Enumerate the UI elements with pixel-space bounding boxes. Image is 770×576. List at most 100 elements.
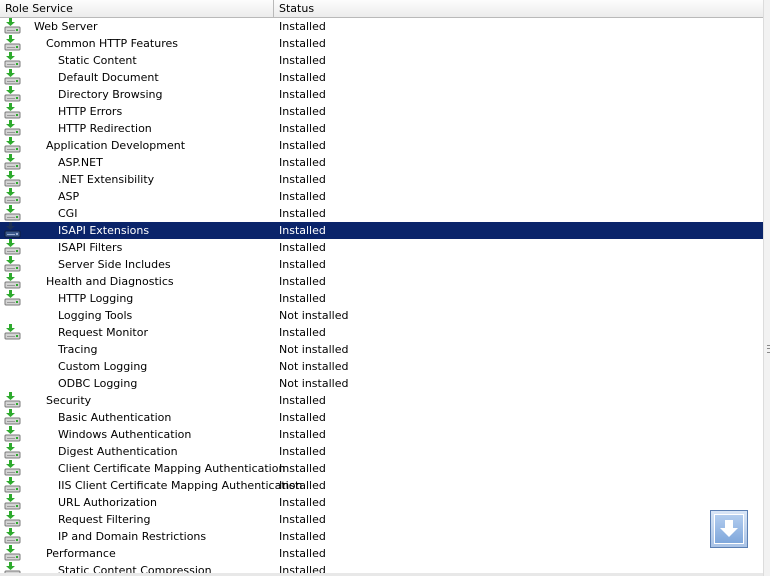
row-icon-slot [4, 69, 22, 86]
list-row[interactable]: Web Server Installed [0, 18, 763, 35]
list-row[interactable]: Static Content Installed [0, 52, 763, 69]
list-row[interactable]: .NET Extensibility Installed [0, 171, 763, 188]
installed-icon [4, 239, 21, 255]
row-role-service: ISAPI Filters [58, 241, 123, 254]
list-row[interactable]: Performance Installed [0, 545, 763, 562]
installed-icon [4, 256, 21, 272]
list-row[interactable]: Request Filtering Installed [0, 511, 763, 528]
list-row[interactable]: Client Certificate Mapping Authenticatio… [0, 460, 763, 477]
list-row[interactable]: HTTP Redirection Installed [0, 120, 763, 137]
row-role-service: ASP [58, 190, 80, 203]
list-row[interactable]: ODBC Logging Not installed [0, 375, 763, 392]
list-row[interactable]: ASP.NET Installed [0, 154, 763, 171]
row-role-service: Performance [46, 547, 116, 560]
list-row[interactable]: ISAPI Extensions Installed [0, 222, 763, 239]
installed-icon [4, 69, 21, 85]
list-row[interactable]: Request Monitor Installed [0, 324, 763, 341]
list-row[interactable]: IIS Client Certificate Mapping Authentic… [0, 477, 763, 494]
row-icon-slot [4, 358, 22, 375]
row-status: Installed [279, 190, 326, 203]
row-role-service: ASP.NET [58, 156, 103, 169]
list-row[interactable]: Security Installed [0, 392, 763, 409]
list-row[interactable]: CGI Installed [0, 205, 763, 222]
row-icon-slot [4, 103, 22, 120]
scroll-down-button-face [714, 514, 744, 544]
row-role-service: HTTP Logging [58, 292, 134, 305]
row-status: Installed [279, 173, 326, 186]
row-status: Installed [279, 547, 326, 560]
row-status: Installed [279, 530, 326, 543]
list-row[interactable]: Health and Diagnostics Installed [0, 273, 763, 290]
row-status: Installed [279, 105, 326, 118]
list-row[interactable]: Basic Authentication Installed [0, 409, 763, 426]
row-icon-slot [4, 171, 22, 188]
list-row[interactable]: IP and Domain Restrictions Installed [0, 528, 763, 545]
installed-icon [4, 426, 21, 442]
list-row[interactable]: Common HTTP Features Installed [0, 35, 763, 52]
row-icon-slot [4, 528, 22, 545]
row-role-service: Windows Authentication [58, 428, 192, 441]
installed-icon [4, 528, 21, 544]
scroll-down-button[interactable] [710, 510, 748, 548]
row-status: Installed [279, 122, 326, 135]
row-role-service: Default Document [58, 71, 159, 84]
installed-icon [4, 562, 21, 573]
row-icon-slot [4, 443, 22, 460]
installed-icon [4, 443, 21, 459]
row-role-service: Static Content Compression [58, 564, 212, 573]
row-role-service: Security [46, 394, 92, 407]
installed-icon [4, 324, 21, 340]
row-role-service: Basic Authentication [58, 411, 172, 424]
row-status: Installed [279, 275, 326, 288]
row-status: Installed [279, 156, 326, 169]
row-role-service: Static Content [58, 54, 137, 67]
row-role-service: IP and Domain Restrictions [58, 530, 207, 543]
row-status: Installed [279, 462, 326, 475]
row-status: Installed [279, 258, 326, 271]
row-role-service: CGI [58, 207, 78, 220]
installed-icon [4, 188, 21, 204]
list-row[interactable]: Custom Logging Not installed [0, 358, 763, 375]
list-row[interactable]: HTTP Errors Installed [0, 103, 763, 120]
row-icon-slot [4, 137, 22, 154]
list-row[interactable]: Server Side Includes Installed [0, 256, 763, 273]
row-status: Not installed [279, 343, 349, 356]
list-row[interactable]: Digest Authentication Installed [0, 443, 763, 460]
list-row[interactable]: ISAPI Filters Installed [0, 239, 763, 256]
column-header-status[interactable]: Status [274, 0, 763, 17]
row-icon-slot [4, 426, 22, 443]
list-row[interactable]: Windows Authentication Installed [0, 426, 763, 443]
list-row[interactable]: Logging Tools Not installed [0, 307, 763, 324]
list-row[interactable]: Static Content Compression Installed [0, 562, 763, 573]
installed-icon [4, 222, 21, 238]
row-icon-slot [4, 154, 22, 171]
column-header-role-service[interactable]: Role Service [0, 0, 274, 17]
row-status: Installed [279, 479, 326, 492]
role-services-list[interactable]: Web Server Installed Common HTTP Features I… [0, 18, 763, 573]
row-role-service: Request Monitor [58, 326, 148, 339]
installed-icon [4, 511, 21, 527]
row-icon-slot [4, 205, 22, 222]
row-icon-slot [4, 545, 22, 562]
row-icon-slot [4, 86, 22, 103]
row-role-service: ISAPI Extensions [58, 224, 150, 237]
vertical-scrollbar[interactable] [763, 0, 770, 576]
row-icon-slot [4, 239, 22, 256]
row-role-service: Custom Logging [58, 360, 148, 373]
list-row[interactable]: Tracing Not installed [0, 341, 763, 358]
list-row[interactable]: ASP Installed [0, 188, 763, 205]
row-role-service: URL Authorization [58, 496, 157, 509]
row-icon-slot [4, 222, 22, 239]
row-icon-slot [4, 477, 22, 494]
list-row[interactable]: HTTP Logging Installed [0, 290, 763, 307]
list-row[interactable]: Directory Browsing Installed [0, 86, 763, 103]
row-icon-slot [4, 273, 22, 290]
list-row[interactable]: Default Document Installed [0, 69, 763, 86]
row-role-service: Health and Diagnostics [46, 275, 174, 288]
row-icon-slot [4, 188, 22, 205]
list-row[interactable]: Application Development Installed [0, 137, 763, 154]
row-role-service: Request Filtering [58, 513, 151, 526]
list-row[interactable]: URL Authorization Installed [0, 494, 763, 511]
row-role-service: Client Certificate Mapping Authenticatio… [58, 462, 286, 475]
row-icon-slot [4, 307, 22, 324]
